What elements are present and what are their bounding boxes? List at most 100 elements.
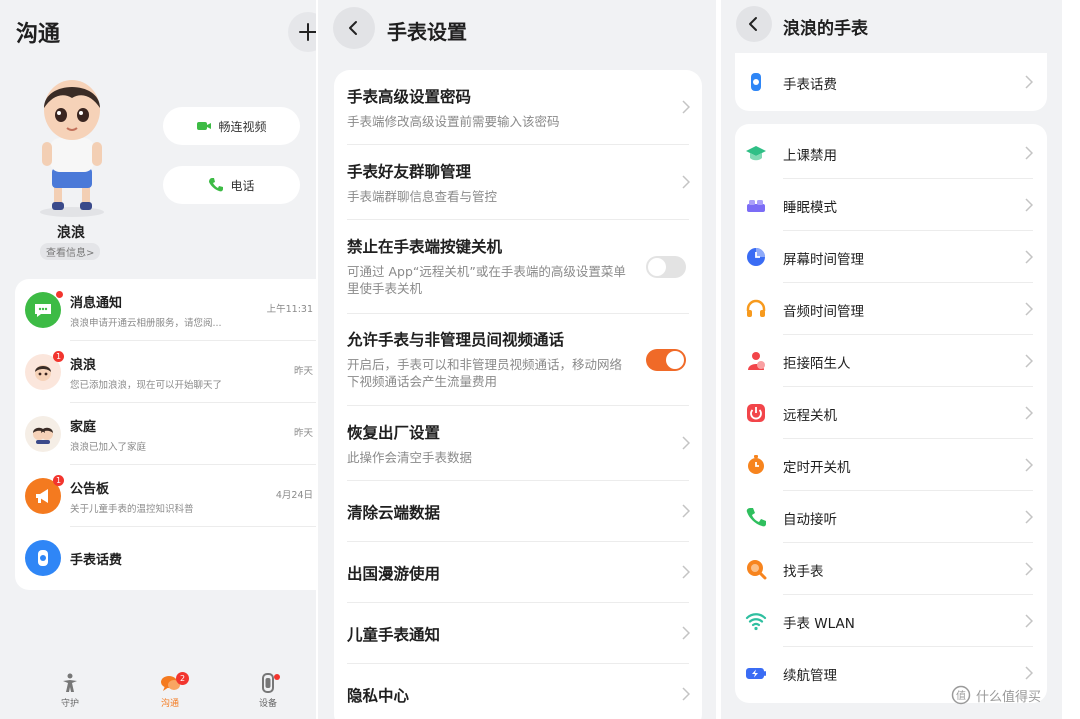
chevron-right-icon (682, 175, 690, 189)
sleep-mode-icon (747, 200, 765, 212)
communication-panel: 沟通 浪浪 查看信息> 畅连视频 电话 消息通知 浪浪申请开通云相册服务，请您阅… (0, 0, 316, 719)
watch-settings-panel: 手表设置 手表高级设置密码 手表端修改高级设置前需要输入该密码 手表好友群聊管理… (318, 0, 716, 719)
list-item-title: 手表话费 (70, 553, 123, 568)
feature-screen-time[interactable]: 屏幕时间管理 (735, 231, 1047, 283)
list-item-family[interactable]: 家庭 浪浪已加入了家庭 昨天 (15, 403, 316, 465)
setting-description: 手表端修改高级设置前需要输入该密码 (347, 114, 560, 129)
chevron-right-icon (1025, 302, 1033, 316)
headphones-icon (746, 299, 766, 317)
battery-icon (746, 668, 766, 679)
list-item-title: 家庭 (70, 420, 97, 435)
list-item-subtitle: 浪浪已加入了家庭 (70, 442, 147, 453)
svg-text:值: 值 (956, 689, 966, 702)
list-item-time: 昨天 (293, 428, 313, 439)
wifi-icon (745, 613, 767, 631)
phone-icon (209, 178, 224, 192)
setting-watch-notifications[interactable]: 儿童手表通知 (334, 603, 702, 664)
list-item-bulletin[interactable]: 1 公告板 关于儿童手表的温控知识科普 4月24日 (15, 465, 316, 527)
setting-title: 手表好友群聊管理 (347, 163, 472, 181)
chevron-right-icon (1025, 614, 1033, 628)
power-icon (747, 404, 765, 422)
feature-class-mode[interactable]: 上课禁用 (735, 127, 1047, 179)
tab-label: 设备 (258, 699, 277, 709)
tab-badge: 2 (176, 672, 189, 685)
find-watch-icon (747, 560, 767, 580)
setting-factory-reset[interactable]: 恢复出厂设置 此操作会清空手表数据 (334, 406, 702, 481)
back-button[interactable] (333, 7, 375, 49)
setting-disable-button-shutdown: 禁止在手表端按键关机 可通过 App“远程关机”或在手表端的高级设置菜单里使手表… (334, 220, 702, 314)
feature-scheduled-power[interactable]: 定时开关机 (735, 439, 1047, 491)
video-call-button[interactable]: 畅连视频 (163, 107, 300, 145)
list-item-subtitle: 关于儿童手表的温控知识科普 (70, 504, 194, 515)
list-item-title: 公告板 (70, 482, 110, 497)
page-title: 沟通 (16, 22, 61, 47)
setting-title: 隐私中心 (347, 687, 410, 705)
child-name: 浪浪 (57, 225, 85, 241)
setting-roaming[interactable]: 出国漫游使用 (334, 542, 702, 603)
plus-icon (299, 23, 316, 41)
list-item-title: 消息通知 (70, 296, 123, 311)
add-button[interactable] (288, 12, 316, 52)
list-item-notifications[interactable]: 消息通知 浪浪申请开通云相册服务，请您阅... 上午11:31 (15, 279, 316, 341)
setting-privacy-center[interactable]: 隐私中心 (334, 664, 702, 719)
setting-description: 开启后，手表可以和非管理员视频通话，移动网络下视频通话会产生流量费用 (347, 357, 623, 389)
list-item-subtitle: 您已添加浪浪，现在可以开始聊天了 (70, 380, 223, 391)
feature-find-watch[interactable]: 找手表 (735, 543, 1047, 595)
unread-badge: 1 (53, 351, 64, 362)
unread-dot (56, 291, 63, 298)
page-title: 手表设置 (387, 20, 467, 44)
setting-advanced-password[interactable]: 手表高级设置密码 手表端修改高级设置前需要输入该密码 (334, 70, 702, 145)
family-avatar-icon (25, 416, 61, 452)
disable-shutdown-toggle[interactable] (646, 256, 686, 278)
block-stranger-icon (748, 352, 765, 370)
phone-call-label: 电话 (230, 178, 255, 193)
watch-credit-icon (25, 540, 61, 576)
setting-clear-cloud-data[interactable]: 清除云端数据 (334, 481, 702, 542)
watermark-logo-icon: 值 (951, 685, 971, 705)
watch-credit-icon (751, 73, 761, 91)
chevron-right-icon (1025, 510, 1033, 524)
chevron-right-icon (682, 436, 690, 450)
setting-title: 恢复出厂设置 (347, 424, 441, 442)
chevron-right-icon (1025, 458, 1033, 472)
feature-sleep-mode[interactable]: 睡眠模式 (735, 179, 1047, 231)
feature-label: 屏幕时间管理 (783, 252, 864, 268)
feature-label: 自动接听 (783, 512, 837, 528)
chevron-right-icon (682, 687, 690, 701)
tab-guard[interactable]: 守护 (40, 672, 100, 709)
video-camera-icon (197, 122, 212, 130)
tab-communication[interactable]: 沟通 2 (140, 672, 200, 709)
chevron-right-icon (682, 100, 690, 114)
chevron-right-icon (682, 626, 690, 640)
list-item-child-chat[interactable]: 1 浪浪 您已添加浪浪，现在可以开始聊天了 昨天 (15, 341, 316, 403)
tab-device[interactable]: 设备 (238, 672, 298, 709)
feature-label: 上课禁用 (783, 148, 837, 164)
message-list: 消息通知 浪浪申请开通云相册服务，请您阅... 上午11:31 1 浪浪 您已添… (15, 279, 316, 590)
feature-label: 找手表 (783, 564, 824, 580)
chevron-right-icon (682, 504, 690, 518)
bottom-navigation: 守护 沟通 2 设备 (0, 662, 316, 719)
list-item-watch-credit[interactable]: 手表话费 (15, 527, 316, 589)
chevron-right-icon (1025, 406, 1033, 420)
chevron-right-icon (1025, 198, 1033, 212)
guard-icon (63, 673, 77, 692)
chevron-left-icon (749, 17, 757, 31)
setting-friend-group-management[interactable]: 手表好友群聊管理 手表端群聊信息查看与管控 (334, 145, 702, 220)
credit-card-section: 手表话费 (735, 53, 1047, 111)
chevron-right-icon (1025, 250, 1033, 264)
screen-time-icon (747, 248, 765, 266)
feature-audio-time[interactable]: 音频时间管理 (735, 283, 1047, 335)
feature-remote-shutdown[interactable]: 远程关机 (735, 387, 1047, 439)
setting-title: 允许手表与非管理员间视频通话 (347, 331, 565, 349)
allow-video-call-toggle[interactable] (646, 349, 686, 371)
phone-call-button[interactable]: 电话 (163, 166, 300, 204)
back-button[interactable] (736, 6, 772, 42)
feature-label: 拒接陌生人 (783, 356, 851, 372)
feature-block-strangers[interactable]: 拒接陌生人 (735, 335, 1047, 387)
feature-watch-wlan[interactable]: 手表 WLAN (735, 595, 1047, 647)
video-call-label: 畅连视频 (218, 119, 267, 134)
view-info-link[interactable]: 查看信息> (40, 243, 101, 260)
feature-auto-answer[interactable]: 自动接听 (735, 491, 1047, 543)
phone-icon (746, 508, 766, 527)
feature-watch-credit[interactable]: 手表话费 (735, 56, 1047, 108)
